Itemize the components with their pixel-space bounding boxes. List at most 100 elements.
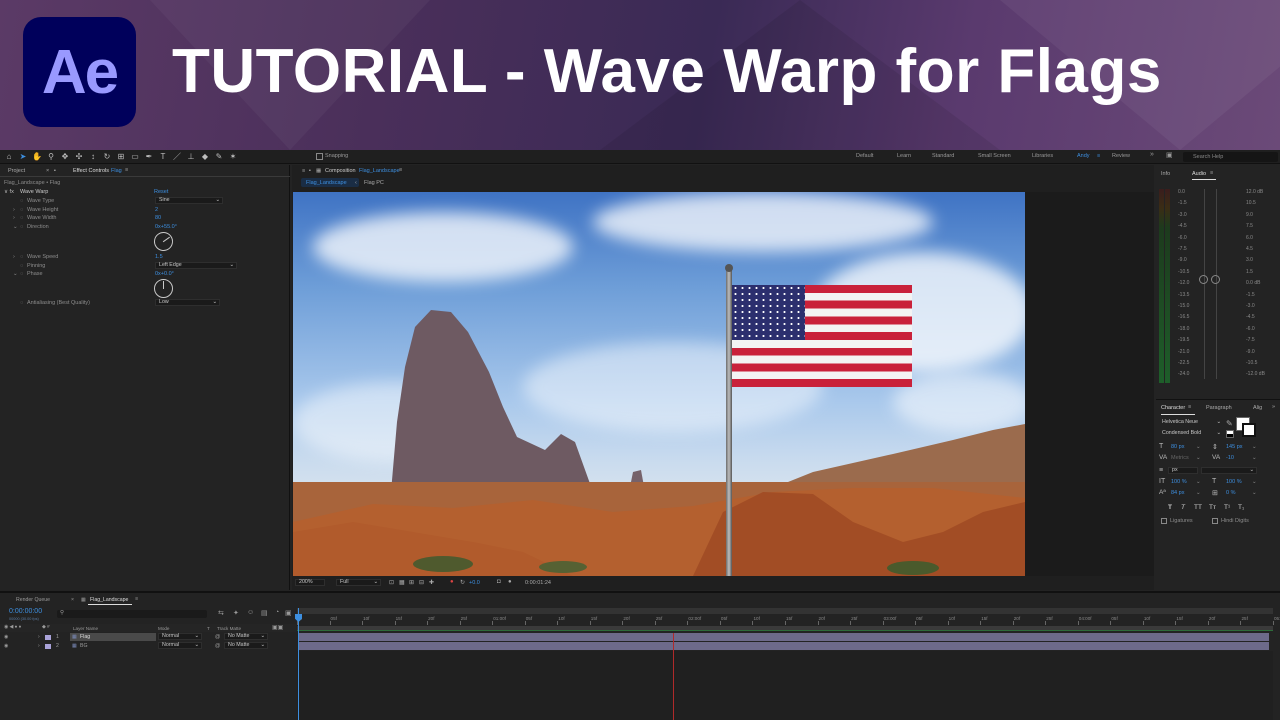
pan-behind-tool-icon[interactable]: ⊞ — [116, 152, 126, 161]
zoom-dropdown[interactable]: 200% — [295, 579, 325, 586]
chevron-down-icon[interactable]: ⌄ — [1252, 490, 1257, 496]
workspace-small-screen[interactable]: Small Screen — [978, 153, 1011, 159]
tab-effect-controls[interactable]: Effect Controls — [73, 168, 109, 174]
workspace-review[interactable]: Review — [1112, 153, 1130, 159]
subscript-button[interactable]: T₁ — [1238, 504, 1244, 511]
viewer-timecode[interactable]: 0:00:01:24 — [525, 580, 551, 586]
fx-icon[interactable]: ∨ fx — [4, 189, 14, 195]
font-size-value[interactable]: 80 px — [1171, 444, 1184, 450]
dolly-tool-icon[interactable]: ↕ — [88, 152, 98, 161]
exposure-icon[interactable]: ↻ — [460, 579, 465, 586]
pickwhip-icon[interactable]: @ — [215, 634, 220, 640]
rotate-tool-icon[interactable]: ↻ — [102, 152, 112, 161]
brush-tool-icon[interactable]: ／ — [172, 151, 182, 162]
chevron-down-icon[interactable]: ⌄ — [1252, 479, 1257, 485]
wave-width-value[interactable]: 80 — [155, 215, 161, 221]
workspace-menu-icon[interactable]: ≡ — [1097, 153, 1100, 159]
chevron-down-icon[interactable]: ⌄ — [1196, 479, 1201, 485]
frame-blending-icon[interactable]: ▤ — [261, 609, 268, 617]
color-management-icon[interactable]: ● — [450, 579, 454, 585]
channel-icon[interactable]: ✚ — [429, 579, 434, 586]
clone-stamp-tool-icon[interactable]: ⊥ — [186, 152, 196, 161]
close-icon[interactable]: × — [71, 597, 74, 603]
chevron-down-icon[interactable]: ⌄ — [1252, 455, 1257, 461]
workspace-andy[interactable]: Andy — [1077, 153, 1090, 159]
current-time-display[interactable]: 0:00:00:00 — [9, 608, 42, 615]
chevron-down-icon[interactable]: ⌄ — [1196, 444, 1201, 450]
stopwatch-icon[interactable]: ◌ — [20, 300, 23, 306]
timeline-search-input[interactable]: ⚲ — [57, 610, 207, 618]
kerning-value[interactable]: Metrics — [1171, 455, 1189, 461]
home-icon[interactable]: ⌂ — [4, 152, 14, 161]
workspace-learn[interactable]: Learn — [897, 153, 911, 159]
col-mode[interactable]: Mode — [158, 626, 170, 631]
tab-align[interactable]: Alig — [1253, 405, 1262, 411]
snapping-checkbox[interactable] — [316, 153, 323, 160]
swap-colors-icon[interactable] — [1226, 430, 1234, 438]
panel-menu-icon[interactable]: ≡ — [1188, 404, 1191, 410]
hindi-digits-checkbox[interactable] — [1212, 518, 1218, 524]
track-matte-dropdown[interactable]: No Matte ⌄ — [224, 642, 268, 649]
font-family-dropdown[interactable]: Helvetica Neue ⌄ — [1159, 419, 1221, 427]
layer-bar[interactable] — [299, 642, 1269, 650]
phase-value[interactable]: 0x+0.0° — [155, 271, 174, 277]
puppet-tool-icon[interactable]: ✶ — [228, 152, 238, 161]
mask-visibility-icon[interactable]: ⊞ — [409, 579, 414, 586]
collapse-chevron-icon[interactable]: ⌄ — [13, 224, 18, 230]
zoom-tool-icon[interactable]: ⚲ — [46, 152, 56, 161]
tab-info[interactable]: Info — [1161, 171, 1170, 177]
show-snapshot-icon[interactable]: ● — [508, 579, 512, 585]
layer-label-color[interactable] — [45, 644, 51, 649]
tab-composition[interactable]: Composition — [325, 168, 356, 174]
tab-timeline-comp[interactable]: Flag_Landscape — [90, 597, 128, 603]
chevron-down-icon[interactable]: ⌄ — [1196, 490, 1201, 496]
phase-dial[interactable] — [154, 279, 173, 298]
layer-label-color[interactable] — [45, 635, 51, 640]
expand-chevron-icon[interactable]: › — [38, 643, 40, 649]
breadcrumb-active[interactable]: Flag_Landscape — [301, 178, 359, 187]
search-help-input[interactable]: Search Help — [1183, 152, 1278, 162]
leading-value[interactable]: 145 px — [1226, 444, 1243, 450]
wave-height-value[interactable]: 2 — [155, 207, 158, 213]
tsume-value[interactable]: 0 % — [1226, 490, 1235, 496]
level-slider-handle[interactable] — [1211, 275, 1220, 284]
expand-chevron-icon[interactable]: » — [1272, 404, 1275, 410]
panel-menu-icon[interactable]: ≡ — [1210, 170, 1213, 176]
stopwatch-icon[interactable]: ◌ — [20, 215, 23, 221]
expand-chevron-icon[interactable]: › — [38, 634, 40, 640]
type-tool-icon[interactable]: T — [158, 152, 168, 161]
selection-tool-icon[interactable]: ➤ — [18, 152, 28, 161]
guides-icon[interactable]: ⊟ — [419, 579, 424, 586]
stroke-color-swatch[interactable] — [1242, 423, 1256, 437]
direction-value[interactable]: 0x+55.0° — [155, 224, 177, 230]
shy-layers-icon[interactable]: ☺ — [247, 609, 254, 616]
tab-audio[interactable]: Audio — [1192, 171, 1206, 177]
time-ruler[interactable]: 0f05f10f15f20f25f01:00f05f10f15f20f25f02… — [297, 615, 1280, 625]
baseline-shift-value[interactable]: 84 px — [1171, 490, 1184, 496]
expand-chevron-icon[interactable]: › — [13, 254, 15, 260]
panel-menu-icon[interactable]: ≡ — [302, 168, 305, 174]
wave-speed-value[interactable]: 1.5 — [155, 254, 163, 260]
exposure-value[interactable]: +0.0 — [469, 580, 480, 586]
stroke-style-dropdown[interactable]: ⌄ — [1201, 467, 1257, 474]
work-area-bar[interactable] — [297, 608, 1273, 614]
transparency-grid-icon[interactable]: ▦ — [399, 579, 405, 586]
direction-dial[interactable] — [150, 228, 177, 255]
level-slider-handle[interactable] — [1199, 275, 1208, 284]
pickwhip-icon[interactable]: @ — [215, 643, 220, 649]
tab-project[interactable]: Project — [8, 168, 25, 174]
current-time-indicator[interactable] — [298, 608, 299, 720]
composition-viewer[interactable] — [293, 192, 1025, 576]
reset-button[interactable]: Reset — [154, 189, 168, 195]
faux-italic-button[interactable]: T — [1181, 504, 1185, 511]
font-style-dropdown[interactable]: Condensed Bold ⌄ — [1159, 430, 1221, 438]
panel-menu-icon[interactable]: ≡ — [125, 167, 128, 173]
close-icon[interactable]: × — [46, 168, 49, 174]
vertical-scale-value[interactable]: 100 % — [1171, 479, 1187, 485]
stopwatch-icon[interactable]: ◌ — [20, 198, 23, 204]
breadcrumb-flag-pc[interactable]: Flag PC — [364, 180, 384, 186]
stopwatch-icon[interactable]: ◌ — [20, 207, 23, 213]
orbit-tool-icon[interactable]: ✥ — [60, 152, 70, 161]
graph-editor-icon[interactable]: ▣ — [285, 609, 292, 617]
layer-name-field[interactable]: ▦ Flag — [70, 633, 156, 641]
